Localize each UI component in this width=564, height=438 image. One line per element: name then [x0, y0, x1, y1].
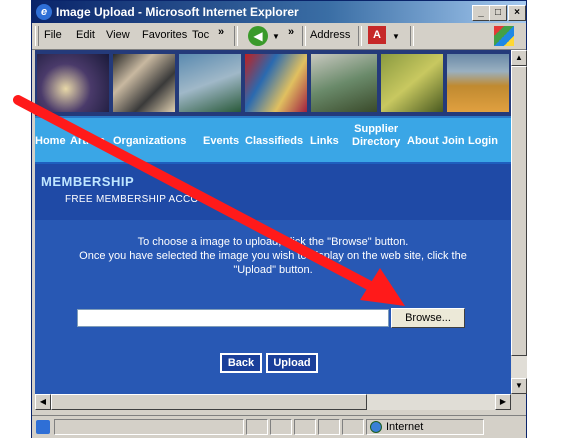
nav-supplier-line1: Supplier — [354, 123, 399, 135]
status-pane — [246, 419, 268, 435]
scroll-right-icon[interactable]: ▶ — [495, 394, 511, 410]
address-label[interactable]: Address — [310, 29, 350, 41]
upload-button[interactable]: Upload — [266, 353, 318, 373]
menu-file[interactable]: File — [44, 29, 62, 41]
nav-links[interactable]: Links — [310, 135, 339, 147]
nav-supplier-line2: Directory — [352, 136, 401, 148]
toolbar-separator — [302, 26, 306, 46]
nav-classifieds[interactable]: Classifieds — [245, 135, 303, 147]
nav-supplier-directory[interactable]: Supplier Directory — [352, 123, 400, 149]
scroll-up-icon[interactable]: ▲ — [511, 50, 527, 66]
status-pane — [270, 419, 292, 435]
zone-label: Internet — [386, 421, 424, 433]
maximize-button[interactable]: □ — [489, 5, 507, 21]
status-pane — [318, 419, 340, 435]
site-nav: Home Artists Organizations Events Classi… — [35, 116, 511, 166]
status-bar: Internet — [32, 415, 526, 438]
toolbar-grip[interactable] — [35, 26, 39, 46]
toolbar-separator — [410, 26, 414, 46]
menu-favorites[interactable]: Favorites — [142, 29, 187, 41]
scroll-thumb[interactable] — [51, 394, 367, 410]
zone-pane — [366, 419, 484, 435]
acrobat-dropdown-icon[interactable]: ▼ — [392, 32, 400, 41]
menu-chevron[interactable]: » — [218, 26, 224, 38]
banner-photo — [245, 54, 307, 112]
scroll-left-icon[interactable]: ◀ — [35, 394, 51, 410]
nav-join[interactable]: Join — [442, 135, 465, 147]
status-pane — [342, 419, 364, 435]
horizontal-scrollbar[interactable]: ◀ ▶ — [35, 394, 511, 410]
upload-form: To choose a image to upload, click the "… — [35, 220, 511, 394]
status-pane — [294, 419, 316, 435]
windows-flag-icon — [494, 26, 514, 46]
banner-photo — [311, 54, 377, 112]
nav-organizations[interactable]: Organizations — [113, 135, 186, 147]
section-title: MEMBERSHIP — [41, 174, 135, 189]
nav-events[interactable]: Events — [203, 135, 239, 147]
nav-artists[interactable]: Artists — [70, 135, 105, 147]
menu-tools[interactable]: Toc — [192, 29, 209, 41]
ie-logo-icon: e — [36, 4, 52, 20]
menu-bar: File Edit View Favorites Toc » ◀ ▼ » Add… — [32, 23, 526, 50]
globe-icon — [370, 421, 382, 433]
scroll-down-icon[interactable]: ▼ — [511, 378, 527, 394]
menu-edit[interactable]: Edit — [76, 29, 95, 41]
back-dropdown-icon[interactable]: ▼ — [272, 32, 280, 41]
close-button[interactable]: × — [508, 5, 526, 21]
section-header: MEMBERSHIP FREE MEMBERSHIP ACCOU... — [35, 164, 511, 220]
banner-photo — [113, 54, 175, 112]
nav-home[interactable]: Home — [35, 135, 66, 147]
page-icon — [36, 420, 50, 434]
page-viewport: Home Artists Organizations Events Classi… — [35, 50, 511, 394]
nav-about[interactable]: About — [407, 135, 439, 147]
back-button[interactable]: Back — [220, 353, 262, 373]
instruction-line: "Upload" button. — [233, 264, 313, 276]
toolbar-chevron[interactable]: » — [288, 26, 294, 38]
menu-view[interactable]: View — [106, 29, 130, 41]
status-pane — [54, 419, 244, 435]
site-banner — [35, 50, 511, 116]
acrobat-icon[interactable]: A — [368, 26, 386, 44]
banner-photo — [381, 54, 443, 112]
toolbar-separator — [358, 26, 362, 46]
window-title: Image Upload - Microsoft Internet Explor… — [56, 5, 299, 19]
back-icon[interactable]: ◀ — [248, 26, 268, 46]
file-path-input[interactable] — [77, 309, 389, 327]
section-subtitle: FREE MEMBERSHIP ACCOU... — [65, 194, 216, 205]
banner-photo — [447, 54, 509, 112]
instruction-line: Once you have selected the image you wis… — [79, 250, 467, 262]
banner-photo — [179, 54, 241, 112]
browse-button[interactable]: Browse... — [391, 308, 465, 328]
nav-login[interactable]: Login — [468, 135, 498, 147]
minimize-button[interactable]: _ — [472, 5, 490, 21]
instruction-line: To choose a image to upload, click the "… — [137, 236, 409, 248]
banner-photo — [37, 54, 109, 112]
toolbar-separator — [234, 26, 238, 46]
scroll-thumb[interactable] — [511, 66, 527, 356]
browser-window: e Image Upload - Microsoft Internet Expl… — [31, 0, 527, 438]
vertical-scrollbar[interactable]: ▲ ▼ — [511, 50, 527, 394]
title-bar: e Image Upload - Microsoft Internet Expl… — [32, 1, 526, 23]
